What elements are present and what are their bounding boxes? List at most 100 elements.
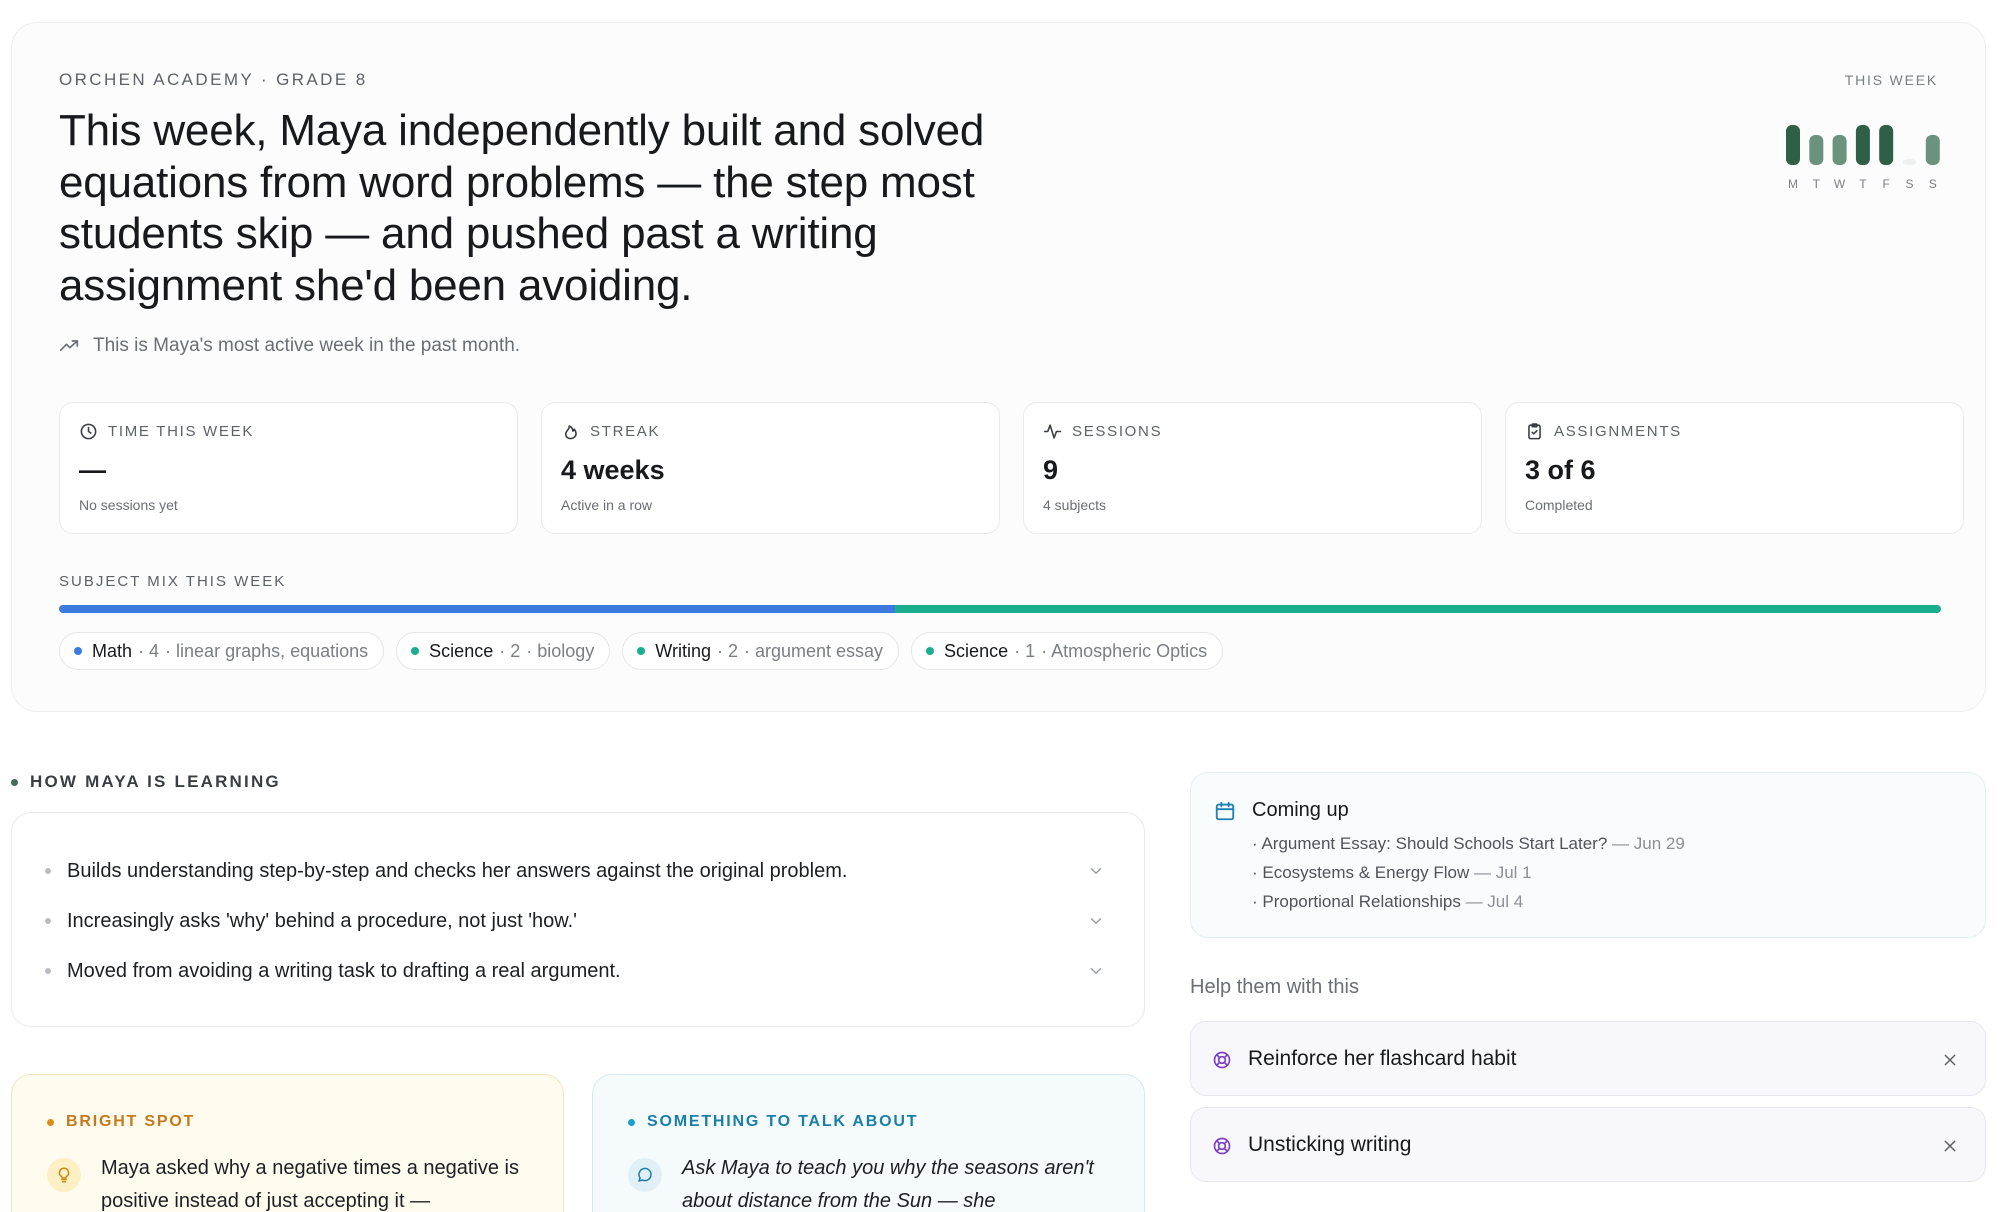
stat-value: 9 — [1043, 455, 1059, 485]
subject-count: · 2 — [716, 640, 738, 661]
day-activity-bar — [1925, 135, 1940, 165]
subject-name: Math — [92, 640, 133, 661]
insight-text: Increasingly asks 'why' behind a procedu… — [67, 909, 577, 932]
day-activity-bar — [1855, 125, 1870, 165]
day-tick-label: T — [1813, 177, 1821, 191]
insight-text: Builds understanding step-by-step and ch… — [67, 859, 848, 882]
upcoming-item-name: · Proportional Relationships — [1252, 892, 1461, 911]
close-icon[interactable] — [1942, 1052, 1958, 1068]
upcoming-item-name: · Argument Essay: Should Schools Start L… — [1252, 834, 1608, 853]
day-tick-label: M — [1788, 177, 1798, 191]
trending-up-icon — [59, 340, 79, 351]
bright-spot-card: BRIGHT SPOT Maya asked why a negative ti… — [11, 1074, 564, 1212]
help-section-label: Help them with this — [1190, 976, 1359, 998]
upcoming-item[interactable]: · Ecosystems & Energy Flow — Jul 1 — [1252, 863, 1532, 883]
day-tick-label: F — [1883, 177, 1890, 191]
upcoming-item[interactable]: · Argument Essay: Should Schools Start L… — [1252, 834, 1685, 854]
bright-spot-text: Maya asked why a negative times a negati… — [101, 1157, 519, 1212]
subject-color-dot — [926, 647, 935, 655]
coming-up-card: Coming up · Argument Essay: Should Schoo… — [1190, 772, 1986, 938]
learning-insight-item[interactable]: Moved from avoiding a writing task to dr… — [45, 956, 1105, 986]
bright-spot-title-text: BRIGHT SPOT — [66, 1113, 196, 1130]
bright-spot-title: BRIGHT SPOT — [47, 1113, 195, 1131]
talk-about-title-text: SOMETHING TO TALK ABOUT — [647, 1113, 919, 1130]
day-activity-bar — [1902, 159, 1917, 165]
subject-chip-science-optics[interactable]: Science · 1 · Atmospheric Optics — [911, 632, 1224, 670]
subject-color-dot — [637, 647, 646, 655]
subject-color-dot — [74, 647, 82, 655]
upcoming-item-date: — Jul 1 — [1469, 863, 1532, 882]
weekly-activity-svg: M TWT F S S — [1786, 125, 1940, 191]
weekly-summary-card: ORCHEN ACADEMY · GRADE 8 This week, Maya… — [11, 22, 1986, 712]
help-item-label: Reinforce her flashcard habit — [1248, 1047, 1517, 1070]
stat-value: — — [79, 455, 106, 485]
upcoming-item-date: — Jun 29 — [1607, 834, 1685, 853]
subject-chips: Math · 4 · linear graphs, equations Scie… — [59, 632, 1224, 670]
lifebuoy-icon — [1213, 1051, 1231, 1069]
subject-topic: · argument essay — [743, 640, 884, 661]
day-tick-label: S — [1929, 177, 1937, 191]
stat-card-sessions: SESSIONS 9 4 subjects — [1023, 402, 1482, 534]
day-tick-label: S — [1905, 177, 1913, 191]
stat-subtext: No sessions yet — [79, 497, 178, 513]
activity-note: This is Maya's most active week in the p… — [59, 335, 520, 357]
upcoming-item-date: — Jul 4 — [1460, 892, 1524, 911]
talk-about-title: SOMETHING TO TALK ABOUT — [628, 1113, 918, 1131]
lightbulb-icon — [47, 1158, 81, 1192]
subject-topic: · Atmospheric Optics — [1041, 640, 1208, 661]
weekly-headline: This week, Maya independently built and … — [59, 106, 985, 310]
subject-count: · 2 — [499, 640, 521, 661]
stat-label: SESSIONS — [1072, 423, 1163, 440]
insight-text: Moved from avoiding a writing task to dr… — [67, 959, 621, 982]
subject-topic: · biology — [526, 640, 595, 661]
activity-note-text: This is Maya's most active week in the p… — [93, 335, 521, 356]
chevron-down-icon[interactable] — [1087, 912, 1105, 930]
upcoming-item[interactable]: · Proportional Relationships — Jul 4 — [1252, 892, 1523, 912]
stat-card-streak: STREAK 4 weeks Active in a row — [541, 402, 1000, 534]
stat-card-time: TIME THIS WEEK — No sessions yet — [59, 402, 518, 534]
subject-chip-science[interactable]: Science · 2 · biology — [396, 632, 611, 670]
chevron-down-icon[interactable] — [1087, 962, 1105, 980]
subject-count: · 1 — [1014, 640, 1036, 661]
subject-mix-segment — [894, 605, 1941, 613]
day-tick-label: W — [1834, 177, 1846, 191]
weekly-activity-chart: M TWT F S S — [1786, 123, 1940, 193]
flame-icon — [564, 425, 577, 440]
close-icon[interactable] — [1942, 1138, 1958, 1154]
subject-color-dot — [411, 647, 420, 655]
stat-subtext: 4 subjects — [1043, 497, 1107, 513]
subject-name: Science — [944, 640, 1009, 661]
bullet-dot — [45, 868, 51, 874]
bullet-dot — [45, 968, 51, 974]
subject-topic: · linear graphs, equations — [165, 640, 369, 661]
subject-name: Writing — [655, 640, 711, 661]
lifebuoy-icon — [1213, 1137, 1231, 1155]
stat-subtext: Active in a row — [561, 497, 653, 513]
learning-section-title-text: HOW MAYA IS LEARNING — [30, 772, 281, 791]
stat-label: TIME THIS WEEK — [108, 423, 255, 440]
subject-chip-writing[interactable]: Writing · 2 · argument essay — [622, 632, 900, 670]
section-dot — [11, 778, 18, 786]
stat-subtext: Completed — [1525, 497, 1593, 513]
subject-mix-bar — [59, 605, 1941, 613]
day-activity-bar — [1786, 125, 1800, 165]
learning-insight-item[interactable]: Increasingly asks 'why' behind a procedu… — [45, 906, 1105, 936]
stat-value: 3 of 6 — [1525, 455, 1596, 485]
activity-icon — [1043, 424, 1062, 439]
chevron-down-icon[interactable] — [1087, 862, 1105, 880]
day-tick-label: T — [1859, 177, 1867, 191]
stat-value: 4 weeks — [561, 455, 665, 485]
stat-label: ASSIGNMENTS — [1554, 423, 1682, 440]
stat-card-assignments: ASSIGNMENTS 3 of 6 Completed — [1505, 402, 1964, 534]
day-activity-bar — [1879, 125, 1894, 165]
help-item-writing[interactable]: Unsticking writing — [1190, 1107, 1986, 1182]
learning-section-title: HOW MAYA IS LEARNING — [11, 772, 281, 792]
subject-name: Science — [429, 640, 494, 661]
clipboard-icon — [1528, 423, 1541, 440]
help-item-flashcards[interactable]: Reinforce her flashcard habit — [1190, 1021, 1986, 1096]
subject-chip-math[interactable]: Math · 4 · linear graphs, equations — [59, 632, 385, 670]
subject-count: · 4 — [138, 640, 160, 661]
stat-label: STREAK — [590, 423, 661, 440]
learning-insight-item[interactable]: Builds understanding step-by-step and ch… — [45, 856, 1105, 886]
upcoming-item-name: · Ecosystems & Energy Flow — [1252, 863, 1470, 882]
